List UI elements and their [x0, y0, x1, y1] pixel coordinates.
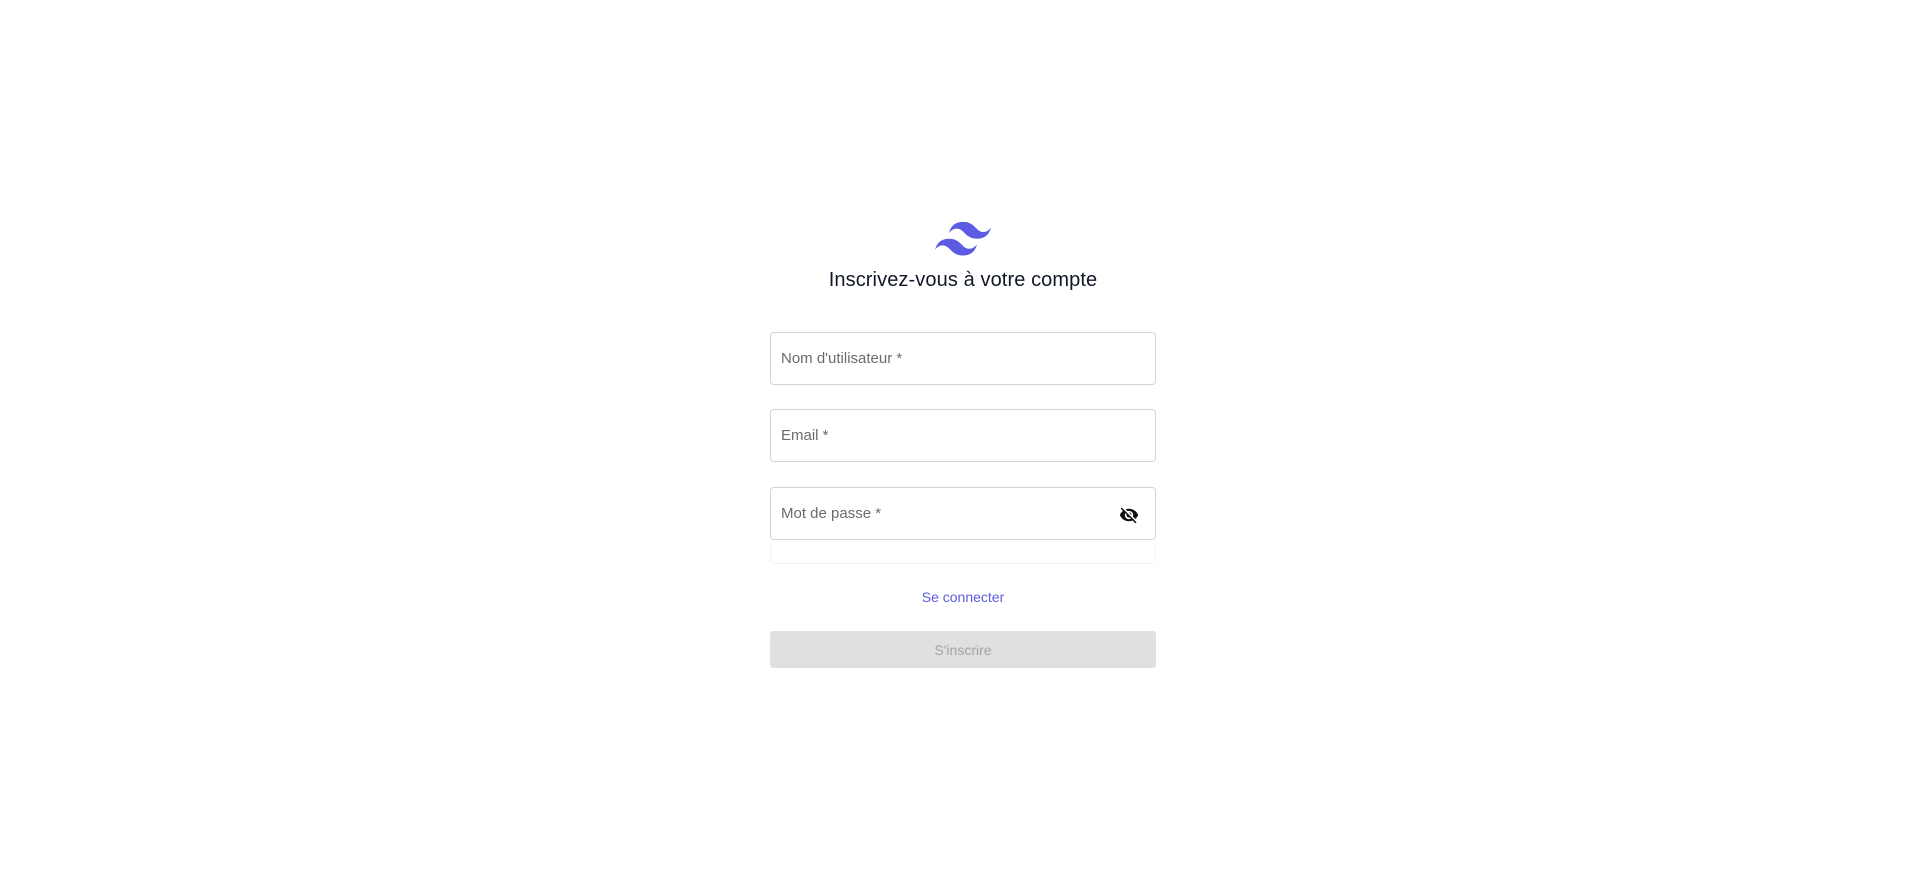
- email-input[interactable]: [771, 410, 1155, 461]
- signup-button[interactable]: S'inscrire: [770, 631, 1156, 668]
- page-title: Inscrivez-vous à votre compte: [828, 269, 1098, 291]
- signup-card: Inscrivez-vous à votre compte Se connect…: [770, 220, 1156, 668]
- password-helper-area: [770, 540, 1156, 564]
- eye-off-icon[interactable]: [1118, 505, 1140, 525]
- username-input[interactable]: [771, 333, 1155, 384]
- username-field: [770, 332, 1156, 385]
- password-field: [770, 487, 1156, 540]
- email-field: [770, 409, 1156, 462]
- password-input[interactable]: [771, 488, 1155, 539]
- signup-page: Inscrivez-vous à votre compte Se connect…: [0, 0, 1920, 880]
- login-link[interactable]: Se connecter: [770, 589, 1156, 605]
- tailwind-logo-icon: [935, 221, 991, 256]
